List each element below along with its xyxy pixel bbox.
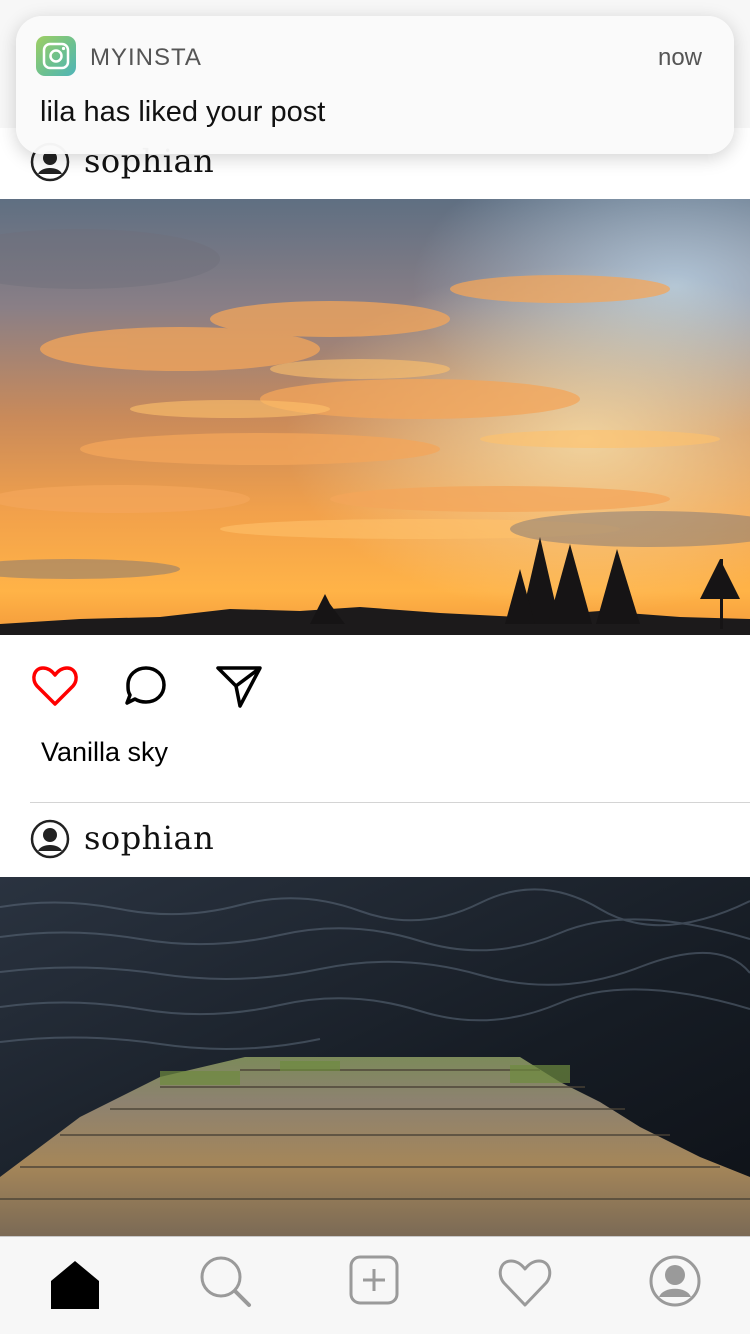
notification-app-name: MYINSTA — [90, 44, 202, 71]
notification-banner[interactable]: MYINSTA now lila has liked your post — [16, 16, 734, 154]
post-header[interactable]: sophian — [0, 803, 750, 875]
camera-icon — [36, 36, 76, 76]
avatar-icon[interactable] — [30, 819, 70, 859]
post-actions — [0, 645, 750, 735]
sunset-sky-photo — [0, 199, 750, 635]
comment-icon[interactable] — [122, 662, 170, 710]
stone-steps-water-photo — [0, 877, 750, 1236]
notification-message: lila has liked your post — [40, 96, 326, 128]
tab-bar — [0, 1236, 750, 1334]
like-heart-icon[interactable] — [31, 662, 79, 710]
post-image-steps[interactable] — [0, 877, 750, 1236]
home-icon[interactable] — [45, 1251, 105, 1311]
notification-time: now — [657, 44, 702, 71]
post-image-sunset[interactable] — [0, 199, 750, 635]
share-send-icon[interactable] — [214, 662, 262, 710]
heart-icon[interactable] — [495, 1251, 555, 1311]
profile-icon[interactable] — [645, 1251, 705, 1311]
screen: sophian Vanilla sky sophian MYINSTA now … — [0, 0, 750, 1334]
post-username[interactable]: sophian — [84, 819, 214, 857]
post-caption: Vanilla sky — [41, 737, 169, 767]
add-post-icon[interactable] — [345, 1251, 405, 1311]
search-icon[interactable] — [195, 1251, 255, 1311]
